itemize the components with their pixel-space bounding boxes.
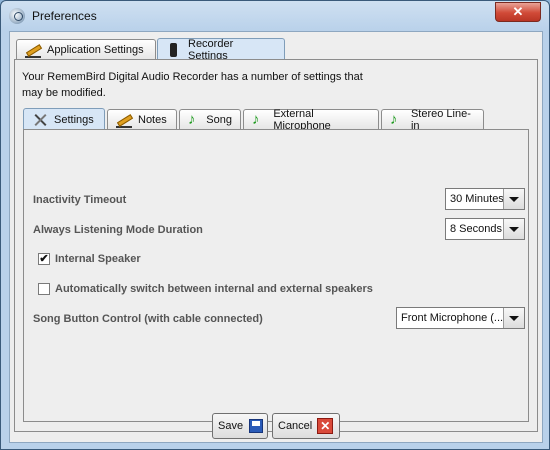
selected-value: Front Microphone (... xyxy=(401,312,503,324)
app-icon xyxy=(9,8,25,24)
internal-speaker-label: Internal Speaker xyxy=(55,253,141,265)
selected-value: 30 Minutes xyxy=(450,193,503,205)
pencil-icon xyxy=(116,112,132,128)
internal-speaker-checkbox[interactable]: ✔ xyxy=(38,253,50,265)
music-note-icon: ♪ xyxy=(390,110,398,128)
chevron-down-icon[interactable] xyxy=(503,219,524,239)
music-note-icon: ♪ xyxy=(188,110,196,128)
listening-duration-label: Always Listening Mode Duration xyxy=(33,224,203,236)
window-title: Preferences xyxy=(32,9,97,23)
tab-song[interactable]: ♪ Song xyxy=(179,109,241,129)
cancel-button[interactable]: Cancel ✕ xyxy=(272,413,340,439)
chevron-down-icon[interactable] xyxy=(503,189,524,209)
inactivity-timeout-label: Inactivity Timeout xyxy=(33,194,127,206)
dialog-content: Application Settings Recorder Settings Y… xyxy=(9,31,543,443)
floppy-disk-icon xyxy=(249,419,263,433)
inactivity-timeout-select[interactable]: 30 Minutes xyxy=(445,188,525,210)
tab-recorder-settings[interactable]: Recorder Settings xyxy=(157,37,285,62)
tab-settings[interactable]: Settings xyxy=(23,108,105,130)
tab-label: Stereo Line-in xyxy=(410,107,471,132)
button-bar: Save Cancel ✕ xyxy=(10,410,542,440)
tools-icon xyxy=(32,113,48,127)
tab-label: Notes xyxy=(138,113,167,126)
title-bar[interactable]: Preferences ✕ xyxy=(1,1,549,31)
song-button-control-select[interactable]: Front Microphone (... xyxy=(396,307,525,329)
song-button-control-label: Song Button Control (with cable connecte… xyxy=(33,313,263,325)
tab-label: Settings xyxy=(54,113,94,126)
close-button[interactable]: ✕ xyxy=(495,2,541,22)
chevron-down-icon[interactable] xyxy=(503,308,524,328)
music-note-icon: ♪ xyxy=(252,110,260,128)
recorder-icon xyxy=(166,42,182,57)
preferences-window: Preferences ✕ Application Settings Recor… xyxy=(0,0,550,450)
tab-notes[interactable]: Notes xyxy=(107,109,177,129)
auto-switch-option[interactable]: Automatically switch between internal an… xyxy=(38,283,373,295)
tab-label: Application Settings xyxy=(47,43,144,56)
recorder-settings-panel: Your RememBird Digital Audio Recorder ha… xyxy=(14,59,538,432)
internal-speaker-option[interactable]: ✔ Internal Speaker xyxy=(38,253,141,265)
auto-switch-label: Automatically switch between internal an… xyxy=(55,283,373,295)
auto-switch-checkbox[interactable] xyxy=(38,283,50,295)
save-button[interactable]: Save xyxy=(212,413,268,439)
tab-external-microphone[interactable]: ♪ External Microphone xyxy=(243,107,379,132)
cancel-label: Cancel xyxy=(278,420,313,432)
tab-label: External Microphone xyxy=(273,107,331,132)
close-icon: ✕ xyxy=(317,418,334,434)
tab-label: Song xyxy=(206,113,232,126)
intro-text: Your RememBird Digital Audio Recorder ha… xyxy=(22,71,363,99)
selected-value: 8 Seconds xyxy=(450,223,502,235)
settings-panel: Inactivity Timeout 30 Minutes Always Lis… xyxy=(23,129,529,422)
tab-label: Recorder Settings xyxy=(188,37,234,62)
listening-duration-select[interactable]: 8 Seconds xyxy=(445,218,525,240)
tab-stereo-line-in[interactable]: ♪ Stereo Line-in xyxy=(381,107,484,132)
save-label: Save xyxy=(218,420,244,432)
tab-application-settings[interactable]: Application Settings xyxy=(16,39,156,59)
pencil-icon xyxy=(25,42,41,58)
